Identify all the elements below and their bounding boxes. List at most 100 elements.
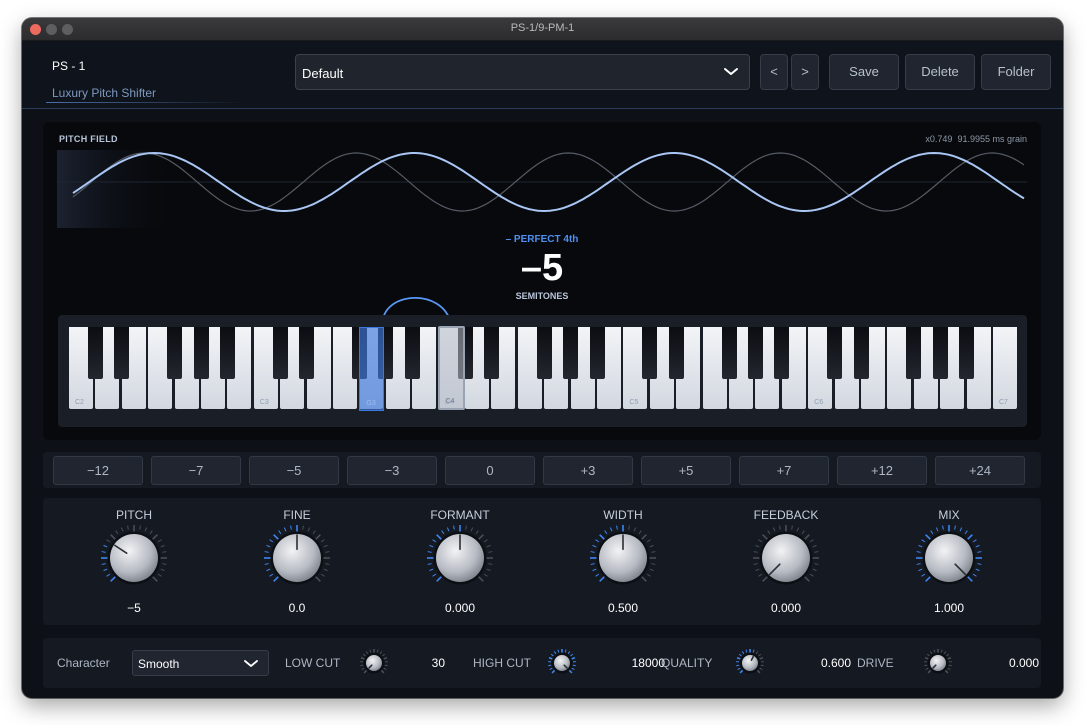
- interval-button[interactable]: +24: [935, 456, 1025, 485]
- knob-tick: [486, 568, 491, 572]
- interval-button[interactable]: −7: [151, 456, 241, 485]
- delete-button[interactable]: Delete: [905, 54, 975, 90]
- piano-black-key[interactable]: [721, 327, 737, 379]
- knob-mix: MIX 1.000: [889, 498, 1009, 625]
- knob-tick: [307, 527, 311, 532]
- knob-tick: [640, 534, 647, 541]
- piano-black-key[interactable]: [114, 327, 130, 379]
- knob-tick: [814, 551, 819, 553]
- piano-black-key[interactable]: [299, 327, 315, 379]
- drive-knob[interactable]: [923, 648, 953, 678]
- knob-tick: [812, 544, 817, 548]
- preset-dropdown[interactable]: Default: [295, 54, 750, 90]
- knob-tick: [651, 563, 656, 565]
- interval-button[interactable]: +5: [641, 456, 731, 485]
- piano-keyboard[interactable]: C2C3C4C5C6C7G3C4: [58, 315, 1027, 427]
- interval-button[interactable]: −12: [53, 456, 143, 485]
- knob-tick: [918, 568, 923, 572]
- knob-tick: [977, 563, 982, 565]
- knob-dial[interactable]: [752, 524, 820, 592]
- pitch-field-panel: PITCH FIELD x0.749 91.9955 ms grain – PE…: [43, 122, 1041, 440]
- knob-tick: [791, 525, 793, 530]
- knob-tick: [283, 527, 287, 532]
- waveform-display: [57, 150, 1027, 228]
- piano-black-key[interactable]: [668, 327, 684, 379]
- knob-tick: [604, 530, 608, 535]
- knob-dial[interactable]: [100, 524, 168, 592]
- knob-tick: [570, 653, 574, 657]
- piano-black-key[interactable]: [853, 327, 869, 379]
- knob-tick: [646, 573, 651, 577]
- high-cut-knob[interactable]: [547, 648, 577, 678]
- piano-black-key[interactable]: [906, 327, 922, 379]
- low-cut-knob[interactable]: [359, 648, 389, 678]
- knob-tick: [599, 575, 606, 582]
- knob-tick: [972, 573, 977, 577]
- knob-dial[interactable]: [263, 524, 331, 592]
- knob-dial[interactable]: [589, 524, 657, 592]
- piano-black-key[interactable]: [932, 327, 948, 379]
- knob-tick: [369, 649, 372, 653]
- piano-black-key[interactable]: [272, 327, 288, 379]
- knob-tick: [946, 653, 950, 657]
- knob-tick: [106, 573, 111, 577]
- piano-black-key[interactable]: [404, 327, 420, 379]
- knob-cap: [554, 655, 570, 671]
- target-key-highlight: G3: [359, 327, 385, 411]
- piano-black-key[interactable]: [827, 327, 843, 379]
- piano-black-key[interactable]: [774, 327, 790, 379]
- piano-black-key[interactable]: [563, 327, 579, 379]
- piano-black-key[interactable]: [483, 327, 499, 379]
- octave-label: C5: [629, 399, 639, 406]
- piano-black-key[interactable]: [959, 327, 975, 379]
- next-preset-button[interactable]: >: [791, 54, 819, 90]
- semitone-unit-label: SEMITONES: [515, 291, 569, 301]
- knob-tick: [975, 568, 980, 572]
- knob-tick: [264, 551, 269, 553]
- knob-tick: [803, 575, 810, 582]
- previous-preset-button[interactable]: <: [760, 54, 788, 90]
- knob-tick: [572, 664, 576, 667]
- knob-tick: [929, 651, 933, 655]
- folder-button[interactable]: Folder: [981, 54, 1051, 90]
- knob-tick: [365, 651, 369, 655]
- knob-tick: [595, 573, 600, 577]
- knob-tick: [549, 667, 553, 671]
- piano-black-key[interactable]: [87, 327, 103, 379]
- piano-black-key[interactable]: [589, 327, 605, 379]
- knob-dial[interactable]: [915, 524, 983, 592]
- knob-tick: [115, 530, 119, 535]
- interval-button[interactable]: +7: [739, 456, 829, 485]
- piano-black-key[interactable]: [193, 327, 209, 379]
- interval-button[interactable]: −3: [347, 456, 437, 485]
- knob-tick: [809, 573, 814, 577]
- source-key-label: C4: [445, 398, 455, 405]
- save-button[interactable]: Save: [829, 54, 899, 90]
- piano-black-key[interactable]: [642, 327, 658, 379]
- knob-tick: [325, 551, 330, 553]
- interval-button[interactable]: +12: [837, 456, 927, 485]
- knob-tick: [925, 534, 932, 541]
- knob-dial[interactable]: [426, 524, 494, 592]
- piano-black-key[interactable]: [167, 327, 183, 379]
- character-dropdown[interactable]: Smooth: [132, 650, 269, 676]
- knob-tick: [488, 551, 493, 553]
- piano-black-key[interactable]: [747, 327, 763, 379]
- knob-tick: [436, 534, 443, 541]
- knob-tick: [753, 563, 758, 565]
- piano-white-key[interactable]: C7: [993, 327, 1017, 409]
- quality-knob[interactable]: [735, 648, 765, 678]
- interval-button-bar: −12 −7 −5 −3 0 +3 +5 +7 +12 +24: [43, 452, 1041, 488]
- knob-tick: [483, 539, 488, 543]
- drive-label: DRIVE: [857, 656, 894, 670]
- knob-tick: [930, 530, 934, 535]
- interval-button[interactable]: +3: [543, 456, 633, 485]
- knob-tick: [779, 525, 781, 530]
- knob-tick: [758, 653, 762, 657]
- interval-button[interactable]: −5: [249, 456, 339, 485]
- knob-tick: [446, 527, 450, 532]
- knob-tick: [918, 544, 923, 548]
- piano-black-key[interactable]: [219, 327, 235, 379]
- interval-button[interactable]: 0: [445, 456, 535, 485]
- piano-black-key[interactable]: [536, 327, 552, 379]
